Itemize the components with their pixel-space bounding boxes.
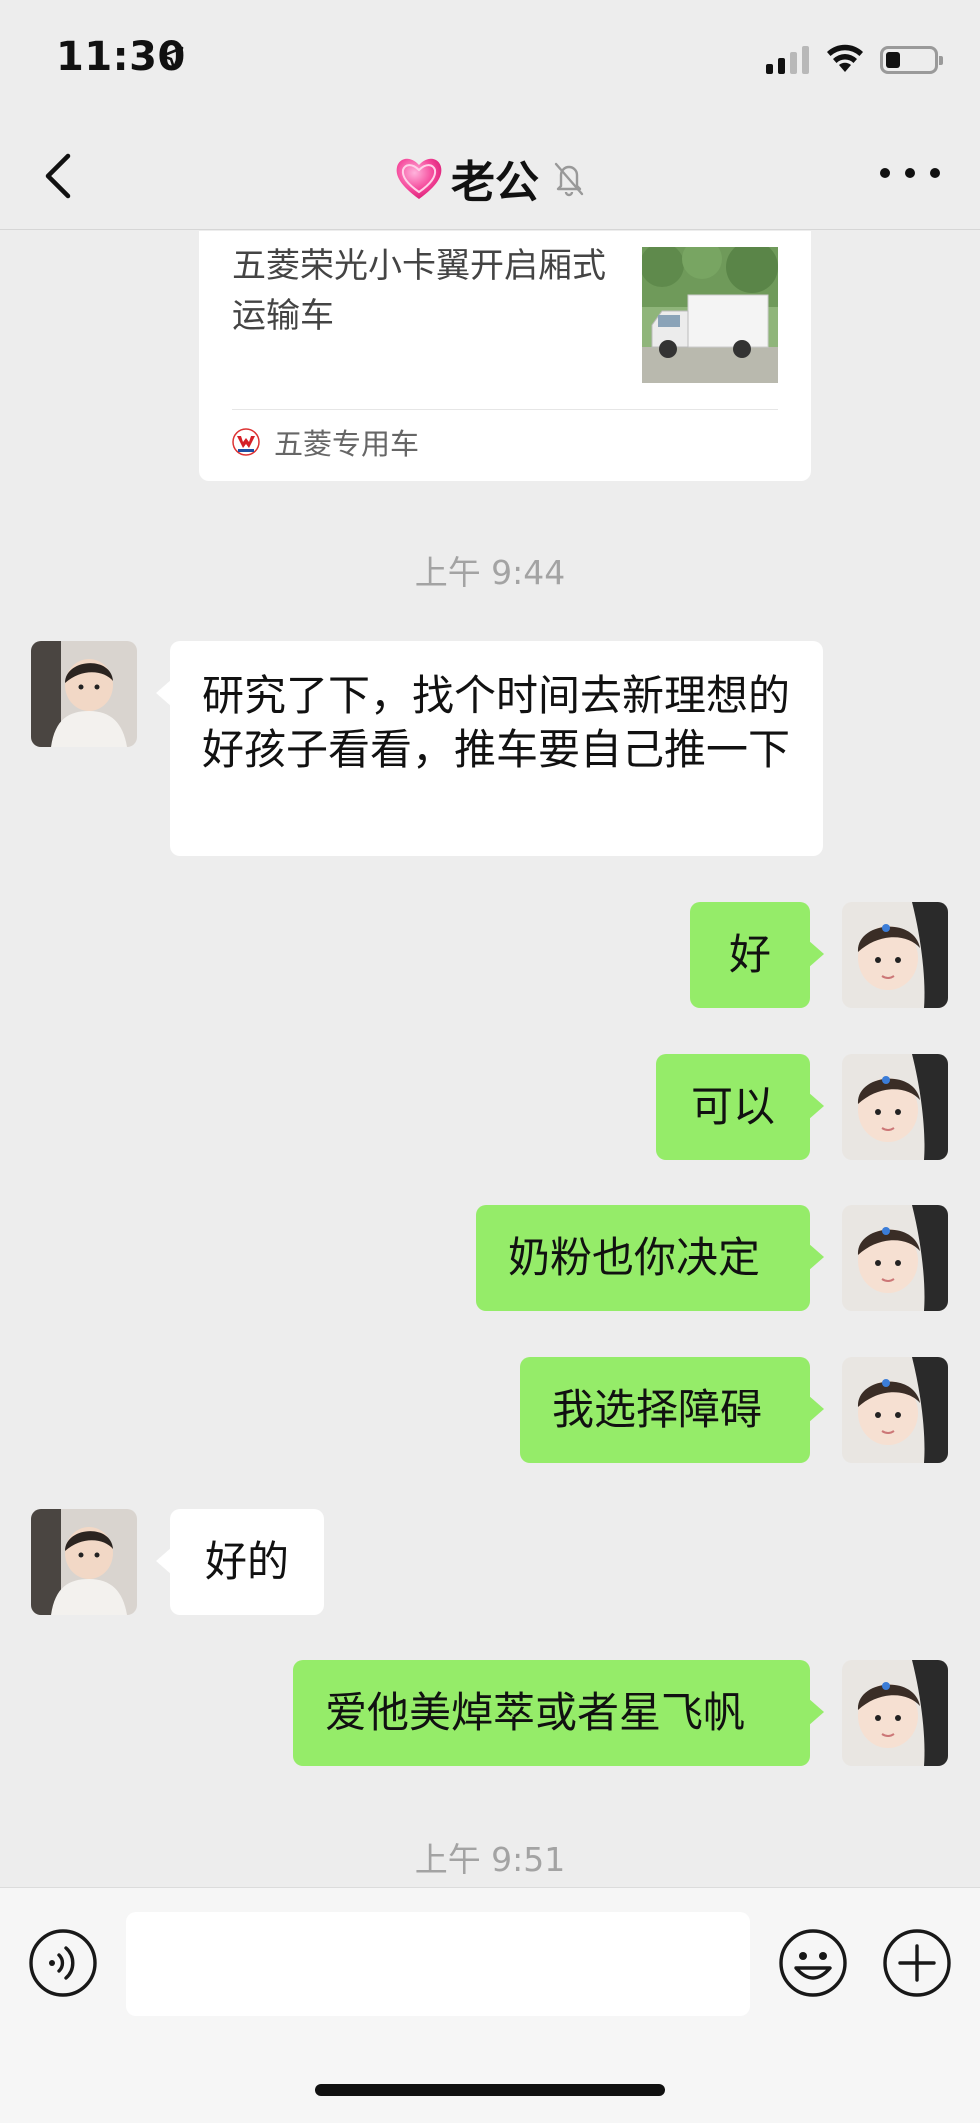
user-avatar[interactable]: [842, 1054, 948, 1160]
truck-thumbnail-image: [642, 247, 778, 383]
user-avatar[interactable]: [842, 1660, 948, 1766]
user-avatar[interactable]: [842, 1357, 948, 1463]
outgoing-message[interactable]: 爱他美焯萃或者星飞帆: [293, 1660, 824, 1766]
incoming-message[interactable]: 好的: [156, 1509, 324, 1615]
message-list[interactable]: 五菱荣光小卡翼开启厢式运输车 五菱专用车 上午 9:44 研究了下，找个时间去新…: [0, 231, 980, 1886]
contact-avatar[interactable]: [31, 641, 137, 747]
link-card-source: 五菱专用车: [232, 421, 419, 463]
dot-icon: [880, 168, 890, 178]
battery-icon: [880, 46, 943, 74]
contact-avatar[interactable]: [31, 1509, 137, 1615]
incoming-message[interactable]: 研究了下，找个时间去新理想的好孩子看看，推车要自己推一下: [156, 641, 823, 856]
link-card-title: 五菱荣光小卡翼开启厢式运输车: [232, 246, 606, 336]
wifi-icon: [827, 44, 863, 72]
link-card-source-name: 五菱专用车: [274, 427, 420, 461]
home-indicator[interactable]: [315, 2084, 665, 2096]
location-arrow-icon: [160, 46, 184, 70]
dot-icon: [930, 168, 940, 178]
chat-header: 老公: [0, 120, 980, 230]
outgoing-message[interactable]: 我选择障碍: [520, 1357, 824, 1463]
wuling-logo-icon: [232, 428, 260, 456]
cellular-signal-icon: [766, 44, 809, 74]
outgoing-message[interactable]: 奶粉也你决定: [476, 1205, 824, 1311]
more-options-button[interactable]: [880, 158, 940, 188]
user-avatar[interactable]: [842, 1205, 948, 1311]
message-text-input[interactable]: [126, 1912, 750, 2016]
outgoing-message[interactable]: 好: [690, 902, 824, 1008]
pink-heart-icon: [396, 158, 442, 199]
muted-bell-icon: [554, 162, 584, 197]
link-share-card[interactable]: 五菱荣光小卡翼开启厢式运输车 五菱专用车: [199, 231, 811, 481]
chat-title: 老公: [0, 146, 980, 210]
card-divider: [232, 409, 778, 410]
emoji-button[interactable]: [778, 1928, 848, 1998]
voice-input-button[interactable]: [28, 1928, 98, 1998]
outgoing-message[interactable]: 可以: [656, 1054, 824, 1160]
contact-name: 老公: [451, 157, 539, 208]
user-avatar[interactable]: [842, 902, 948, 1008]
message-timestamp: 上午 9:51: [414, 1840, 566, 1879]
message-timestamp: 上午 9:44: [414, 553, 566, 592]
dot-icon: [905, 168, 915, 178]
more-functions-plus-button[interactable]: [882, 1928, 952, 1998]
status-bar: 11:30: [0, 0, 980, 120]
